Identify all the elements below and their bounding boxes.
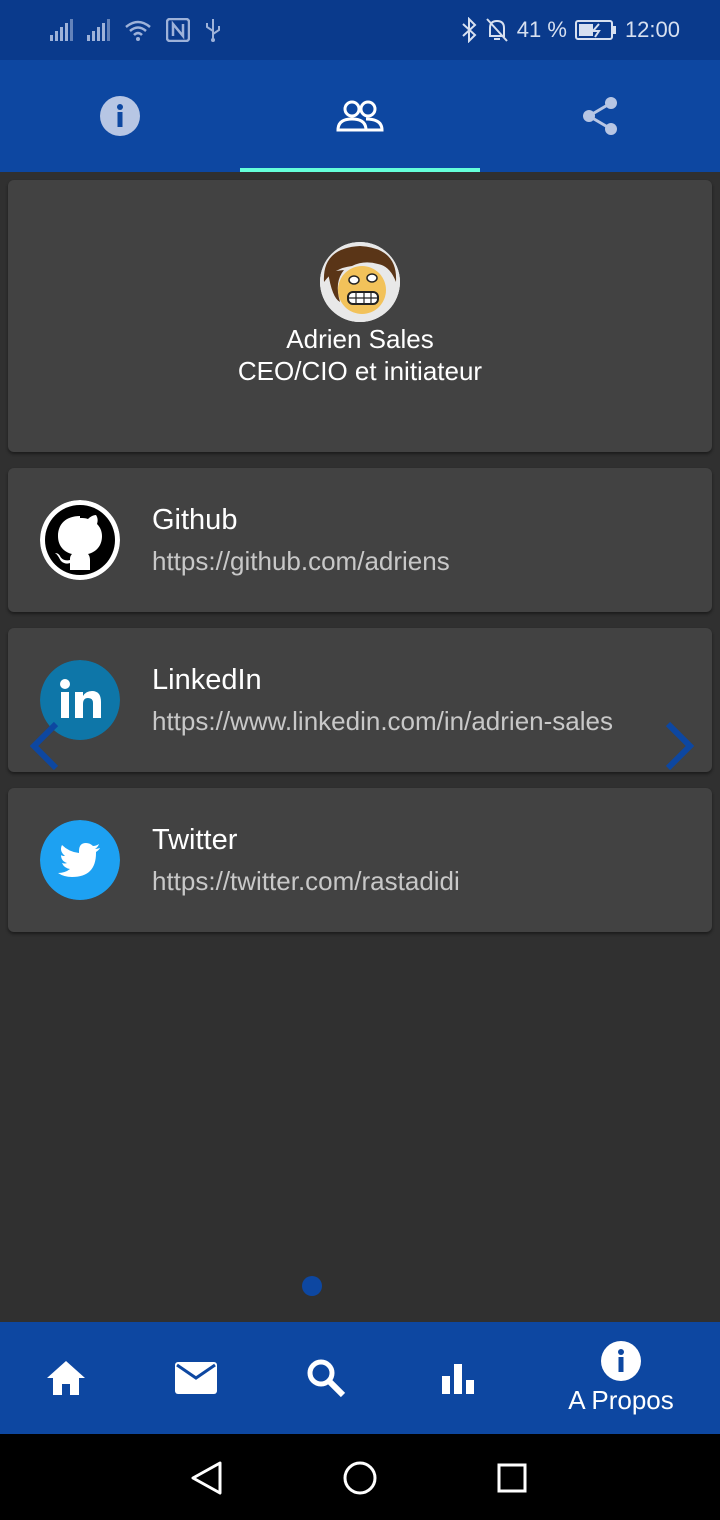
home-icon [47, 1361, 85, 1395]
link-card-twitter[interactable]: Twitter https://twitter.com/rastadidi [8, 788, 712, 932]
twitter-logo-icon [40, 820, 120, 900]
link-url[interactable]: https://github.com/adriens [152, 546, 450, 577]
page-indicator-dot [302, 1276, 322, 1296]
link-title: Github [152, 504, 238, 536]
bar-chart-icon [442, 1364, 474, 1394]
link-card-linkedin[interactable]: LinkedIn https://www.linkedin.com/in/adr… [8, 628, 712, 772]
usb-icon [206, 19, 220, 42]
battery-percent: 41 % [516, 17, 567, 42]
notifications-off-icon [486, 18, 508, 42]
nav-about-label: A Propos [568, 1384, 674, 1415]
avatar [320, 242, 400, 322]
circle-home-icon [343, 1461, 377, 1495]
mail-icon [175, 1362, 217, 1394]
tab-share[interactable] [480, 60, 720, 172]
share-icon [583, 97, 617, 135]
status-right-icons: 41 % 12:00 [461, 16, 680, 44]
nav-search[interactable] [286, 1322, 366, 1434]
bottom-nav: A Propos [0, 1322, 720, 1434]
info-icon [601, 1340, 641, 1381]
clock: 12:00 [624, 17, 680, 42]
home-button[interactable] [338, 1456, 382, 1500]
nav-home[interactable] [26, 1322, 106, 1434]
bluetooth-icon [462, 17, 477, 43]
battery-charging-icon [574, 20, 616, 40]
wifi-icon [125, 20, 151, 41]
signal-icon [87, 19, 110, 41]
status-bar: 41 % 12:00 [0, 0, 720, 60]
system-nav-bar [0, 1434, 720, 1520]
profile-role: CEO/CIO et initiateur [237, 356, 483, 386]
link-url[interactable]: https://www.linkedin.com/in/adrien-sales [152, 706, 613, 737]
chevron-right-icon[interactable] [660, 720, 700, 772]
people-icon [336, 100, 384, 132]
profile-card: Adrien Sales CEO/CIO et initiateur [8, 180, 712, 452]
status-left-icons [50, 16, 222, 44]
tab-team[interactable] [240, 60, 480, 172]
chevron-left-icon[interactable] [24, 720, 64, 772]
nav-messages[interactable] [156, 1322, 236, 1434]
profile-name: Adrien Sales [286, 324, 434, 354]
link-url[interactable]: https://twitter.com/rastadidi [152, 866, 460, 897]
link-card-github[interactable]: Github https://github.com/adriens [8, 468, 712, 612]
link-title: Twitter [152, 824, 238, 856]
link-title: LinkedIn [152, 664, 262, 696]
recents-button[interactable] [490, 1456, 534, 1500]
github-logo-icon [40, 500, 120, 580]
back-icon [191, 1461, 222, 1495]
square-recents-icon [497, 1463, 527, 1493]
nav-about[interactable]: A Propos [550, 1322, 692, 1434]
info-icon [100, 96, 140, 136]
nfc-icon [166, 18, 190, 42]
back-button[interactable] [184, 1456, 228, 1500]
tab-info[interactable] [0, 60, 240, 172]
tab-bar [0, 60, 720, 172]
search-icon [307, 1359, 346, 1398]
signal-icon [50, 19, 73, 41]
nav-stats[interactable] [418, 1322, 498, 1434]
